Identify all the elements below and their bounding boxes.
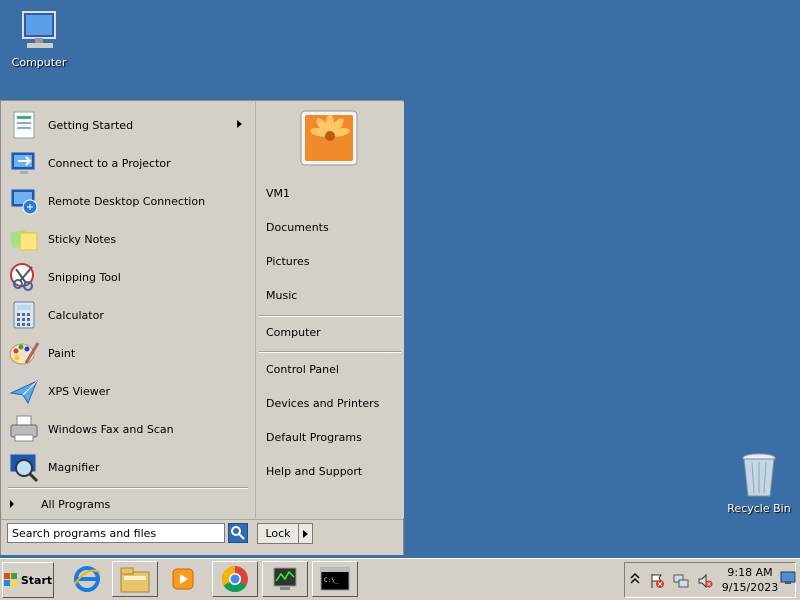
clock-time[interactable]: 9:18 AM	[725, 566, 775, 579]
media-player-icon	[172, 568, 194, 590]
place-item-music[interactable]: Music	[266, 287, 401, 305]
taskbar-file-explorer[interactable]	[112, 561, 158, 597]
volume-muted-icon[interactable]	[697, 573, 713, 589]
all-programs-button[interactable]: All Programs	[10, 495, 250, 513]
search-button[interactable]	[228, 523, 248, 543]
sticky-notes-icon	[9, 229, 38, 251]
search-input[interactable]	[7, 523, 225, 543]
program-label: Sticky Notes	[48, 232, 117, 246]
magnifier-icon	[9, 453, 39, 483]
system-tray: 9:18 AM 9/15/2023	[624, 562, 796, 598]
program-item-getting-started[interactable]: Getting Started	[8, 108, 248, 142]
fax-scan-icon	[10, 415, 38, 442]
paint-icon	[9, 342, 40, 365]
command-prompt-icon: C:\_	[320, 567, 350, 591]
remote-desktop-icon	[10, 188, 38, 215]
program-item-calculator[interactable]: Calculator	[8, 298, 248, 332]
calculator-icon	[13, 301, 35, 329]
place-item-control-panel[interactable]: Control Panel	[266, 361, 401, 379]
taskbar-command-prompt[interactable]: C:\_	[312, 561, 358, 597]
place-item-user[interactable]: VM1	[266, 185, 401, 203]
program-item-fax-scan[interactable]: Windows Fax and Scan	[8, 412, 248, 446]
place-item-documents[interactable]: Documents	[266, 219, 401, 237]
taskbar: Start C:\_ 9:18 AM 9/15/2023	[0, 558, 800, 600]
action-center-flag-icon[interactable]	[649, 573, 665, 589]
windows-logo-icon	[3, 573, 17, 586]
show-desktop-button[interactable]	[780, 571, 796, 585]
program-label: Windows Fax and Scan	[48, 422, 174, 436]
program-item-paint[interactable]: Paint	[8, 336, 248, 370]
program-item-sticky-notes[interactable]: Sticky Notes	[8, 222, 248, 256]
network-icon[interactable]	[673, 573, 689, 589]
snipping-tool-icon	[10, 263, 34, 291]
program-item-remote-desktop[interactable]: Remote Desktop Connection	[8, 184, 248, 218]
program-item-projector[interactable]: Connect to a Projector	[8, 146, 248, 180]
submenu-arrow-icon	[237, 120, 242, 128]
desktop-icon-computer-label: Computer	[11, 56, 67, 69]
program-label: Remote Desktop Connection	[48, 194, 206, 208]
program-label: Getting Started	[48, 118, 134, 132]
user-picture-icon[interactable]	[300, 110, 358, 166]
program-label: Paint	[48, 346, 76, 360]
svg-text:C:\_: C:\_	[324, 577, 339, 584]
taskbar-chrome[interactable]	[212, 561, 258, 597]
taskbar-media-player[interactable]	[160, 561, 206, 597]
internet-explorer-icon	[74, 566, 101, 592]
desktop-icon-recycle-bin[interactable]: Recycle Bin	[724, 452, 794, 515]
file-explorer-icon	[120, 567, 150, 593]
program-label: Calculator	[48, 308, 104, 322]
place-item-pictures[interactable]: Pictures	[266, 253, 401, 271]
program-label: Magnifier	[48, 460, 100, 474]
program-label: Snipping Tool	[48, 270, 121, 284]
place-item-default-programs[interactable]: Default Programs	[266, 429, 401, 447]
program-label: Connect to a Projector	[48, 156, 171, 170]
taskbar-internet-explorer[interactable]	[64, 561, 110, 597]
all-programs-label: All Programs	[41, 497, 111, 511]
desktop-icon-computer[interactable]: Computer	[4, 10, 74, 69]
taskbar-task-manager[interactable]	[262, 561, 308, 597]
search-icon	[231, 526, 245, 540]
computer-icon	[22, 11, 56, 48]
start-label: Start	[20, 573, 53, 587]
place-item-computer[interactable]: Computer	[266, 324, 401, 342]
places-separator	[259, 351, 401, 353]
desktop-icon-recycle-bin-label: Recycle Bin	[727, 502, 791, 515]
projector-icon	[10, 151, 36, 174]
programs-separator	[8, 487, 248, 489]
recycle-bin-icon	[742, 453, 776, 497]
task-manager-icon	[273, 567, 297, 590]
place-item-help-support[interactable]: Help and Support	[266, 463, 401, 481]
start-button[interactable]: Start	[2, 562, 54, 598]
chrome-icon	[221, 565, 248, 593]
shutdown-options-button[interactable]	[299, 523, 313, 544]
getting-started-icon	[13, 111, 35, 139]
program-label: XPS Viewer	[48, 384, 111, 398]
xps-viewer-icon	[9, 380, 38, 405]
show-desktop-icon	[780, 571, 796, 584]
place-item-devices-printers[interactable]: Devices and Printers	[266, 395, 401, 413]
clock-date[interactable]: 9/15/2023	[717, 581, 783, 594]
program-item-xps-viewer[interactable]: XPS Viewer	[8, 374, 248, 408]
expand-arrow-icon	[10, 500, 14, 508]
lock-button[interactable]: Lock	[257, 523, 299, 544]
program-item-snipping-tool[interactable]: Snipping Tool	[8, 260, 248, 294]
show-hidden-icons-icon[interactable]	[629, 571, 645, 587]
program-item-magnifier[interactable]: Magnifier	[8, 450, 248, 484]
places-separator	[259, 315, 401, 317]
